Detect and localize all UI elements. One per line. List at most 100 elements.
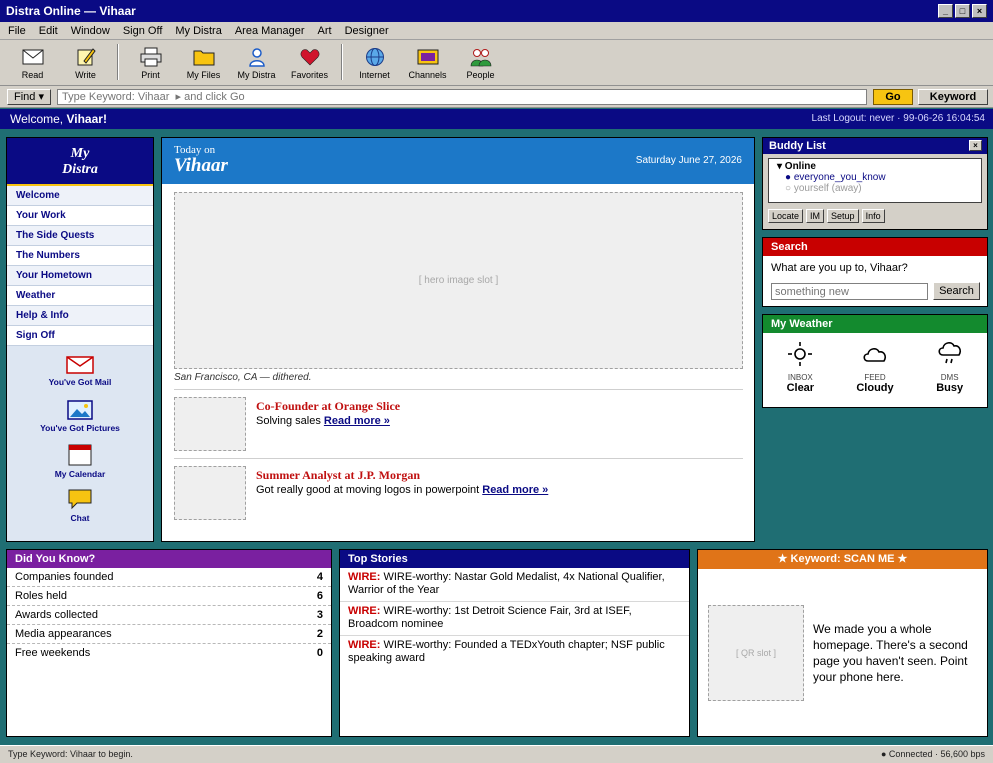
last-logout: Last Logout: never · 99-06-26 16:04:54 (811, 113, 985, 124)
scan-message: We made you a whole homepage. There's a … (813, 622, 968, 684)
search-prompt: What are you up to, Vihaar? (771, 262, 908, 274)
read-button[interactable]: Read (6, 40, 59, 84)
write-label: Write (75, 70, 96, 80)
stat-row: Roles held 6 (7, 587, 331, 606)
story-title[interactable]: Co-Founder at Orange Slice (256, 399, 400, 414)
im-button[interactable]: IM (806, 209, 825, 223)
stat-label: Awards collected (15, 609, 98, 621)
channels-label: Channels (408, 70, 447, 80)
buddy-away-entry[interactable]: ○ yourself (away) (777, 183, 973, 194)
print-button[interactable]: Print (124, 40, 177, 84)
buddy-list-close-button[interactable]: × (969, 140, 982, 151)
buddy-list-header: Buddy List × (763, 138, 987, 154)
weather-condition: Cloudy (856, 382, 894, 394)
find-dropdown[interactable]: Find ▾ (7, 89, 51, 105)
sidebar-item-welcome[interactable]: Welcome (7, 186, 153, 206)
favorites-button[interactable]: Favorites (283, 40, 336, 84)
close-button[interactable]: × (972, 4, 987, 18)
story-desc-text: Got really good at moving logos in power… (256, 484, 480, 496)
stat-label: Roles held (15, 590, 67, 602)
search-button[interactable]: Search (933, 282, 980, 300)
stat-value: 2 (316, 628, 323, 640)
menu-area-manager[interactable]: Area Manager (235, 25, 305, 37)
sidebar-item-help[interactable]: Help & Info (7, 306, 153, 326)
buddy-list-title: Buddy List (769, 140, 826, 152)
story-item: Co-Founder at Orange Slice Solving sales… (174, 397, 743, 453)
go-button[interactable]: Go (873, 89, 913, 105)
connection-status: ● Connected · 56,600 bps (880, 749, 985, 759)
sidebar-title: My Distra (7, 138, 153, 186)
internet-label: Internet (359, 70, 390, 80)
did-you-know-panel: Did You Know? Companies founded 4 Roles h… (6, 549, 332, 737)
search-title: Search (763, 238, 987, 256)
menu-designer[interactable]: Designer (345, 25, 389, 37)
info-button[interactable]: Info (861, 209, 885, 223)
tv-icon (417, 46, 439, 68)
sidebar-item-hometown[interactable]: Your Hometown (7, 266, 153, 286)
read-more-link[interactable]: Read more » (482, 484, 548, 496)
person-icon (247, 46, 267, 68)
menu-art[interactable]: Art (318, 25, 332, 37)
sidebar-item-side-quests[interactable]: The Side Quests (7, 226, 153, 246)
welcome-prefix: Welcome, (10, 112, 67, 126)
cloud-icon (862, 341, 888, 367)
minimize-button[interactable]: _ (938, 4, 953, 18)
stat-value: 0 (316, 647, 323, 659)
maximize-button[interactable]: □ (955, 4, 970, 18)
my-files-button[interactable]: My Files (177, 40, 230, 84)
pictures-shortcut[interactable]: You've Got Pictures (40, 400, 120, 444)
mail-shortcut[interactable]: You've Got Mail (49, 356, 111, 400)
write-button[interactable]: Write (59, 40, 112, 84)
chat-shortcut[interactable]: Chat (67, 488, 93, 532)
buddy-group-online[interactable]: ▾ Online (777, 161, 973, 172)
picture-icon (67, 400, 93, 420)
top-story-item[interactable]: WIRE: WIRE-worthy: Nastar Gold Medalist,… (340, 568, 689, 602)
locate-button[interactable]: Locate (768, 209, 804, 223)
toolbar: Read Write Print My Files My Distra Favo… (0, 40, 993, 86)
weather-source: INBOX (787, 373, 813, 382)
weather-source: DMS (940, 373, 959, 382)
internet-button[interactable]: Internet (348, 40, 401, 84)
buddy-online-entry[interactable]: ● everyone_you_know (777, 172, 973, 183)
keyword-button[interactable]: Keyword (918, 89, 988, 105)
weather-item-inbox: INBOX Clear (765, 341, 835, 394)
story-title[interactable]: Summer Analyst at J.P. Morgan (256, 468, 420, 483)
stat-label: Free weekends (15, 647, 91, 659)
story-desc-text: Solving sales (256, 415, 321, 427)
weather-item-dms: DMS Busy (915, 341, 985, 394)
search-input[interactable] (771, 283, 928, 300)
top-story-item[interactable]: WIRE: WIRE-worthy: 1st Detroit Science F… (340, 602, 689, 636)
menu-my-distra[interactable]: My Distra (175, 25, 221, 37)
keyword-input[interactable] (57, 89, 867, 105)
folder-icon (193, 46, 215, 68)
menu-edit[interactable]: Edit (39, 25, 58, 37)
wire-tag: WIRE: (348, 639, 381, 651)
menu-file[interactable]: File (8, 25, 26, 37)
menu-window[interactable]: Window (71, 25, 110, 37)
divider (174, 389, 743, 390)
sidebar-item-weather[interactable]: Weather (7, 286, 153, 306)
sidebar-item-numbers[interactable]: The Numbers (7, 246, 153, 266)
channels-button[interactable]: Channels (401, 40, 454, 84)
wire-tag: WIRE: (348, 571, 381, 583)
search-panel: Search What are you up to, Vihaar? Searc… (762, 237, 988, 307)
stat-value: 6 (316, 590, 323, 602)
sidebar-item-sign-off[interactable]: Sign Off (7, 326, 153, 346)
window-title-bar: Distra Online — Vihaar _ □ × (0, 0, 993, 22)
setup-button[interactable]: Setup (827, 209, 859, 223)
people-button[interactable]: People (454, 40, 507, 84)
stat-label: Companies founded (15, 571, 114, 583)
top-story-item[interactable]: WIRE: WIRE-worthy: Founded a TEDxYouth c… (340, 636, 689, 669)
read-more-link[interactable]: Read more » (324, 415, 390, 427)
people-icon (470, 46, 492, 68)
my-distra-button[interactable]: My Distra (230, 40, 283, 84)
stat-value: 3 (316, 609, 323, 621)
mail-icon (66, 356, 94, 374)
printer-icon (140, 46, 162, 68)
hero-image: [ hero image slot ] (174, 192, 743, 369)
story-item: Summer Analyst at J.P. Morgan Got really… (174, 466, 743, 522)
menu-sign-off[interactable]: Sign Off (123, 25, 163, 37)
sidebar-item-your-work[interactable]: Your Work (7, 206, 153, 226)
calendar-shortcut-label: My Calendar (54, 469, 106, 479)
calendar-shortcut[interactable]: My Calendar (54, 444, 106, 488)
